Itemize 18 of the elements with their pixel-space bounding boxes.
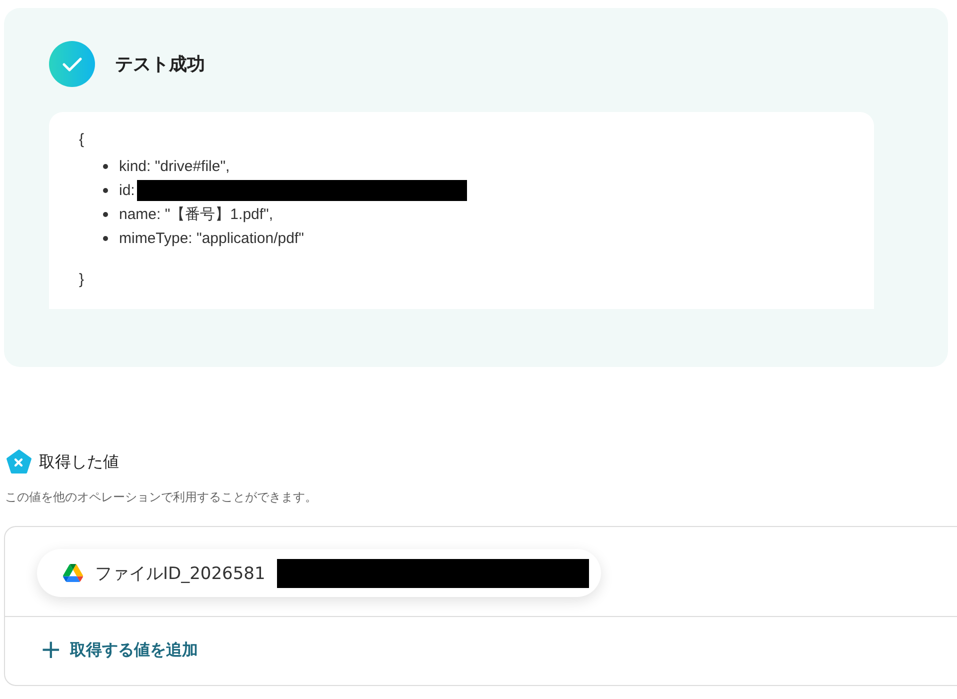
value-label: ファイルID_2026581 [95,562,266,584]
code-brace: { [79,130,86,150]
result-title: テスト成功 [115,53,205,76]
bullet-icon [103,188,108,192]
section-title: 取得した値 [39,452,119,472]
code-line: mimeType: "application/pdf" [119,230,304,246]
add-value-button[interactable]: + 取得する値を追加 [40,637,198,663]
bullet-icon [103,164,108,168]
code-line: id: [119,182,135,198]
triangle-logo-icon [63,564,83,582]
section-description: この値を他のオペレーションで利用することができます。 [5,489,318,506]
value-chip[interactable]: ファイルID_2026581 [37,549,602,597]
code-brace: } [79,270,86,290]
bullet-icon [103,212,108,216]
code-line: kind: "drive#file", [119,158,230,174]
code-line: name: "【番号】1.pdf", [119,204,274,224]
bullet-icon [103,236,108,240]
pentagon-icon [6,449,32,475]
